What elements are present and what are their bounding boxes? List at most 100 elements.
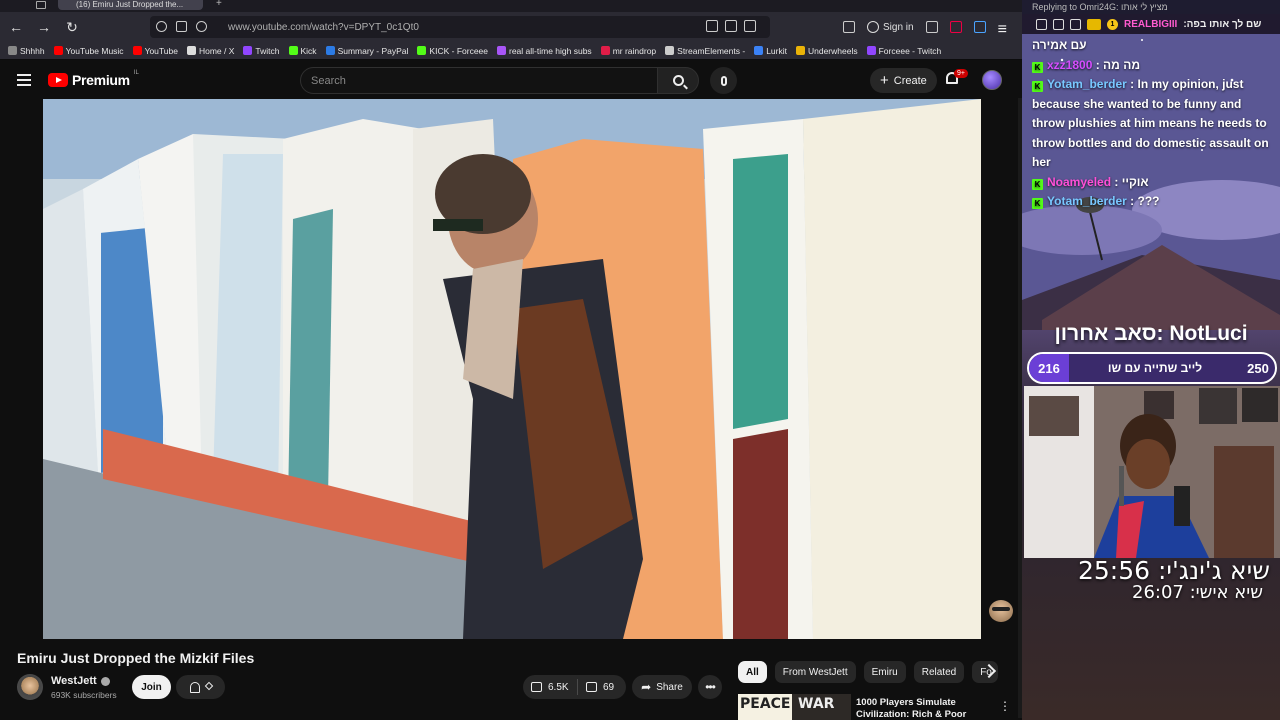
bookmark-item[interactable]: Lurkit — [754, 46, 787, 56]
bookmark-label: Shhhh — [20, 45, 45, 56]
bookmark-item[interactable]: Shhhh — [8, 46, 45, 56]
url-bar[interactable]: www.youtube.com/watch?v=DPYT_0c1Qt0 — [150, 16, 770, 38]
ublock-icon[interactable] — [949, 21, 962, 33]
video-player[interactable] — [43, 99, 981, 639]
youtube-logo[interactable]: Premium IL — [48, 70, 139, 88]
bookmark-item[interactable]: Twitch — [243, 46, 280, 56]
notification-badge: 9+ — [954, 69, 968, 78]
lock-icon[interactable] — [176, 21, 187, 32]
recommended-title[interactable]: 1000 Players Simulate Civilization: Rich… — [856, 697, 986, 720]
last-subscriber-label: סאב אחרון: NotLuci — [1054, 322, 1248, 345]
poll-text: לייב שתייה עם שו — [1107, 361, 1203, 375]
forward-icon[interactable]: → — [32, 15, 56, 39]
hourglass-icon[interactable] — [1053, 18, 1064, 30]
bookmark-label: mr raindrop — [612, 45, 657, 56]
poll-right-count: 250 — [1247, 360, 1269, 376]
bookmark-favicon-icon — [866, 46, 876, 55]
bookmarks-bar: Shhhh YouTube Music YouTube Home / X Twitch K… — [0, 42, 1022, 60]
logo-text: Premium — [72, 72, 130, 88]
bookmark-item[interactable]: Home / X — [186, 45, 235, 56]
share-button[interactable]: ➦ Share — [632, 675, 692, 699]
bookmark-item[interactable]: real all-time high subs — [497, 46, 592, 56]
like-button[interactable]: 6.5K — [523, 679, 578, 695]
new-tab-icon[interactable]: + — [216, 0, 222, 9]
bookmark-label: YouTube Music — [65, 45, 124, 56]
menu-icon[interactable]: ≡ — [998, 21, 1010, 38]
extensions-icon[interactable] — [925, 21, 938, 33]
plus-icon: + — [880, 72, 889, 89]
bookmark-item[interactable]: mr raindrop — [600, 45, 657, 56]
bookmark-label: Home / X — [198, 45, 235, 56]
chat-username[interactable]: Noamyeled — [1047, 175, 1111, 189]
picture-in-picture-icon[interactable] — [725, 20, 737, 32]
filter-chip[interactable]: Related — [913, 661, 965, 683]
recommended-menu-icon[interactable]: ⋮ — [999, 699, 1011, 713]
bookmark-item[interactable]: Forceee - Twitch — [866, 46, 941, 56]
bookmark-favicon-icon — [417, 46, 427, 55]
related-chips: All From WestJett Emiru Related Fo — [738, 661, 999, 683]
bookmark-label: Lurkit — [766, 45, 787, 56]
search-input[interactable]: Search — [300, 67, 658, 94]
reload-icon[interactable]: ↻ — [60, 15, 84, 39]
chat-username[interactable]: Yotam_berder — [1047, 77, 1127, 91]
back-icon[interactable]: ← — [4, 15, 28, 39]
kick-platform-icon: K — [1032, 178, 1043, 190]
join-button[interactable]: Join — [132, 675, 171, 699]
channel-watermark-icon[interactable] — [989, 600, 1013, 622]
thumb-text-left: PEACE — [740, 696, 791, 712]
bookmark-favicon-icon — [325, 46, 335, 55]
reader-view-icon[interactable] — [706, 20, 718, 32]
bookmark-item[interactable]: Summary - PayPal — [325, 45, 409, 56]
bookmark-item[interactable]: Kick — [288, 46, 317, 56]
extension-7tv-icon[interactable] — [973, 21, 986, 33]
dislike-button[interactable]: 69 — [578, 682, 614, 693]
bookmark-favicon-icon — [8, 46, 17, 55]
bookmark-item[interactable]: YouTube Music — [53, 45, 124, 56]
chat-username[interactable]: xzz1800 — [1047, 58, 1092, 72]
trash-icon[interactable] — [1036, 18, 1047, 30]
bookmark-item[interactable]: YouTube — [132, 46, 178, 56]
create-button[interactable]: + Create — [870, 68, 937, 93]
bookmark-favicon-icon — [53, 46, 63, 55]
bookmark-item[interactable]: Underwheels — [795, 46, 858, 56]
search-button[interactable] — [657, 67, 699, 94]
like-dislike-group: 6.5K 69 — [523, 675, 626, 699]
search-placeholder: Search — [311, 74, 346, 87]
more-actions-button[interactable]: ••• — [698, 675, 722, 699]
url-text: www.youtube.com/watch?v=DPYT_0c1Qt0 — [228, 21, 419, 33]
filter-chip[interactable]: All — [738, 661, 767, 683]
notification-preferences-button[interactable] — [176, 675, 225, 699]
shield-icon[interactable] — [156, 21, 167, 32]
user-avatar[interactable] — [982, 70, 1002, 90]
channel-name-link[interactable]: WestJett — [51, 675, 110, 687]
tab-list-icon[interactable] — [36, 1, 46, 9]
kick-platform-icon: K — [1032, 198, 1043, 209]
bookmark-item[interactable]: StreamElements - — [665, 46, 745, 56]
bookmark-label: StreamElements - — [677, 45, 746, 56]
youtube-play-icon — [48, 73, 68, 87]
voice-search-button[interactable] — [710, 67, 737, 94]
screen: (16) Emiru Just Dropped the... + ← → ↻ w… — [0, 0, 1280, 720]
shield-icon — [1070, 18, 1081, 30]
thumbs-up-icon — [531, 682, 542, 692]
channel-avatar[interactable] — [17, 674, 43, 700]
filter-chip[interactable]: Emiru — [863, 661, 906, 683]
bookmark-label: Summary - PayPal — [337, 45, 409, 56]
chat-line: K Yotam_berder : ??? — [1032, 192, 1277, 212]
bookmark-favicon-icon — [186, 46, 196, 55]
poll-left-count: 216 — [1029, 354, 1069, 382]
sign-in-button[interactable]: Sign in — [867, 21, 914, 33]
filter-chip[interactable]: From WestJett — [774, 661, 856, 683]
download-icon[interactable] — [843, 21, 855, 33]
recommended-thumbnail[interactable]: PEACE WAR — [738, 694, 851, 720]
bookmark-star-icon[interactable] — [744, 20, 756, 32]
share-label: Share — [656, 681, 683, 693]
permissions-icon[interactable] — [196, 21, 207, 32]
tab-active[interactable]: (16) Emiru Just Dropped the... — [58, 0, 203, 10]
microphone-icon — [720, 75, 727, 86]
gifter-badge: 1 — [1107, 18, 1118, 30]
bookmark-item[interactable]: KICK - Forceee — [417, 46, 488, 56]
chat-username[interactable]: Yotam_berder — [1047, 194, 1127, 208]
verified-icon — [100, 676, 110, 686]
guide-menu-icon[interactable] — [17, 74, 31, 86]
